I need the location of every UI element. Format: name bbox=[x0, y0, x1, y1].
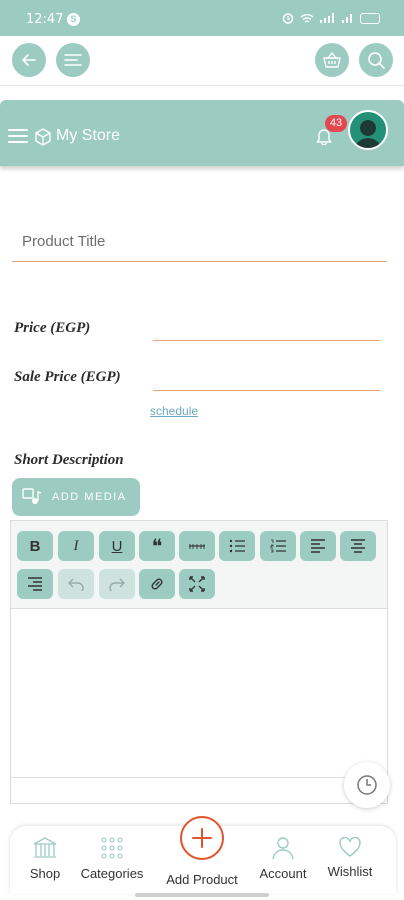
status-bar: 12:47 S bbox=[0, 0, 404, 36]
search-icon bbox=[368, 52, 385, 69]
plus-icon bbox=[192, 828, 212, 848]
undo-icon bbox=[68, 578, 84, 591]
italic-icon: I bbox=[73, 537, 79, 554]
price-label: Price (EGP) bbox=[14, 320, 91, 336]
numbered-list-button[interactable] bbox=[260, 531, 296, 561]
align-left-button[interactable] bbox=[300, 531, 336, 561]
bullet-list-icon bbox=[229, 539, 245, 553]
nav-add-product[interactable]: Add Product bbox=[166, 866, 238, 887]
status-notification-icon: S bbox=[67, 13, 80, 26]
quote-icon: ❝ bbox=[151, 535, 163, 558]
editor-toolbar: B I U ❝ bbox=[11, 521, 387, 609]
home-indicator bbox=[135, 893, 269, 897]
undo-button[interactable] bbox=[58, 569, 94, 599]
notification-badge: 43 bbox=[325, 115, 347, 132]
store-header: My Store bbox=[0, 100, 404, 166]
rich-text-editor: B I U ❝ bbox=[10, 520, 388, 804]
schedule-link[interactable]: schedule bbox=[150, 404, 198, 418]
editor-content-area[interactable] bbox=[11, 609, 387, 777]
avatar[interactable] bbox=[348, 110, 388, 150]
blockquote-button[interactable]: ❝ bbox=[139, 531, 175, 561]
italic-button[interactable]: I bbox=[58, 531, 94, 561]
shop-icon bbox=[33, 837, 57, 858]
underline-button[interactable]: U bbox=[99, 531, 135, 561]
arrow-left-icon bbox=[21, 54, 36, 66]
signal-icon bbox=[320, 13, 334, 23]
numbered-list-icon bbox=[270, 539, 286, 553]
user-icon bbox=[272, 837, 294, 860]
add-product-button[interactable] bbox=[180, 816, 224, 860]
fullscreen-icon bbox=[189, 576, 205, 592]
bold-icon: B bbox=[29, 537, 41, 555]
price-input[interactable] bbox=[153, 340, 380, 341]
nav-wishlist-label: Wishlist bbox=[327, 864, 373, 879]
link-button[interactable] bbox=[139, 569, 175, 599]
hamburger-icon[interactable] bbox=[8, 128, 28, 144]
store-box-icon bbox=[35, 128, 51, 146]
status-time: 12:47 bbox=[26, 12, 64, 27]
nav-add-product-label: Add Product bbox=[166, 872, 238, 887]
underline-icon: U bbox=[111, 537, 123, 555]
add-media-button[interactable]: ADD MEDIA bbox=[12, 478, 140, 516]
media-icon bbox=[22, 488, 42, 504]
signal-icon-2 bbox=[342, 14, 352, 23]
redo-icon bbox=[109, 578, 125, 591]
align-left-icon bbox=[311, 539, 325, 553]
wifi-icon bbox=[300, 13, 314, 23]
back-button[interactable] bbox=[12, 43, 46, 77]
strikethrough-icon bbox=[189, 544, 205, 549]
alarm-icon bbox=[282, 13, 294, 24]
bullet-list-button[interactable] bbox=[219, 531, 255, 561]
heart-icon bbox=[339, 836, 361, 857]
nav-wishlist[interactable]: Wishlist bbox=[315, 836, 385, 879]
menu-button[interactable] bbox=[56, 43, 90, 77]
clock-icon bbox=[357, 775, 377, 795]
store-title: My Store bbox=[56, 127, 121, 144]
product-title-input[interactable] bbox=[12, 222, 387, 262]
grid-icon bbox=[101, 837, 123, 859]
bold-button[interactable]: B bbox=[17, 531, 53, 561]
strikethrough-button[interactable] bbox=[179, 531, 215, 561]
cart-button[interactable] bbox=[315, 43, 349, 77]
align-center-icon bbox=[351, 539, 365, 553]
align-right-button[interactable] bbox=[17, 569, 53, 599]
nav-account[interactable]: Account bbox=[248, 836, 318, 881]
battery-icon bbox=[360, 12, 380, 24]
editor-statusbar bbox=[11, 777, 387, 803]
nav-categories-label: Categories bbox=[80, 866, 144, 881]
menu-icon bbox=[64, 54, 82, 66]
align-right-icon bbox=[28, 577, 42, 591]
nav-categories[interactable]: Categories bbox=[77, 836, 147, 881]
history-button[interactable] bbox=[344, 762, 390, 808]
redo-button[interactable] bbox=[99, 569, 135, 599]
top-bar bbox=[0, 36, 404, 86]
align-center-button[interactable] bbox=[340, 531, 376, 561]
status-icons bbox=[282, 12, 380, 24]
sale-price-label: Sale Price (EGP) bbox=[14, 369, 121, 385]
add-media-label: ADD MEDIA bbox=[52, 491, 127, 503]
nav-shop-label: Shop bbox=[29, 866, 61, 881]
nav-shop[interactable]: Shop bbox=[10, 836, 80, 881]
search-button[interactable] bbox=[359, 43, 393, 77]
short-description-label: Short Description bbox=[14, 452, 124, 468]
fullscreen-button[interactable] bbox=[179, 569, 215, 599]
basket-icon bbox=[323, 52, 341, 68]
link-icon bbox=[151, 578, 163, 590]
sale-price-input[interactable] bbox=[153, 390, 380, 391]
nav-account-label: Account bbox=[259, 866, 307, 881]
